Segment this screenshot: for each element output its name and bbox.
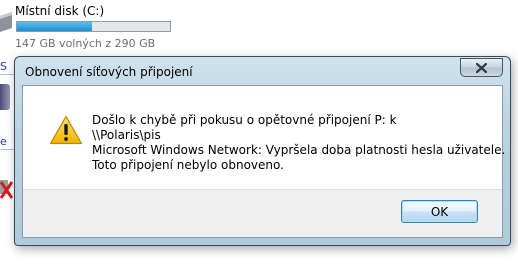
message-line-2: \\Polaris\pis — [92, 128, 161, 142]
group-header-fragment-2: e — [0, 135, 7, 148]
reconnect-dialog: Obnovení síťových připojení Došlo k chyb… — [14, 56, 511, 246]
message-line-4: Toto připojení nebylo obnoveno. — [92, 158, 284, 172]
close-button[interactable] — [460, 58, 503, 77]
message-area: Došlo k chybě při pokusu o opětovné přip… — [23, 86, 505, 189]
drive-name[interactable]: Místní disk (C:) — [15, 4, 104, 18]
close-icon — [476, 63, 487, 73]
drive-usage-bar — [16, 21, 171, 32]
dialog-footer: OK — [23, 189, 502, 237]
drive-free-space: 147 GB volných z 290 GB — [15, 37, 156, 50]
drive-usage-fill — [17, 22, 92, 31]
dialog-title: Obnovení síťových připojení — [25, 65, 193, 79]
dialog-titlebar[interactable]: Obnovení síťových připojení — [15, 57, 510, 85]
disconnected-drive-icon — [0, 180, 13, 199]
device-icon — [0, 84, 10, 110]
ok-button[interactable]: OK — [401, 200, 478, 223]
message-line-1: Došlo k chybě při pokusu o opětovné přip… — [92, 113, 397, 127]
error-message: Došlo k chybě při pokusu o opětovné přip… — [92, 113, 505, 173]
dialog-body: Došlo k chybě při pokusu o opětovné přip… — [22, 85, 505, 238]
warning-icon — [49, 115, 83, 145]
drive-icon — [0, 12, 12, 32]
message-line-3: Microsoft Windows Network: Vypršela doba… — [92, 143, 506, 157]
group-header-fragment: S — [0, 60, 7, 73]
